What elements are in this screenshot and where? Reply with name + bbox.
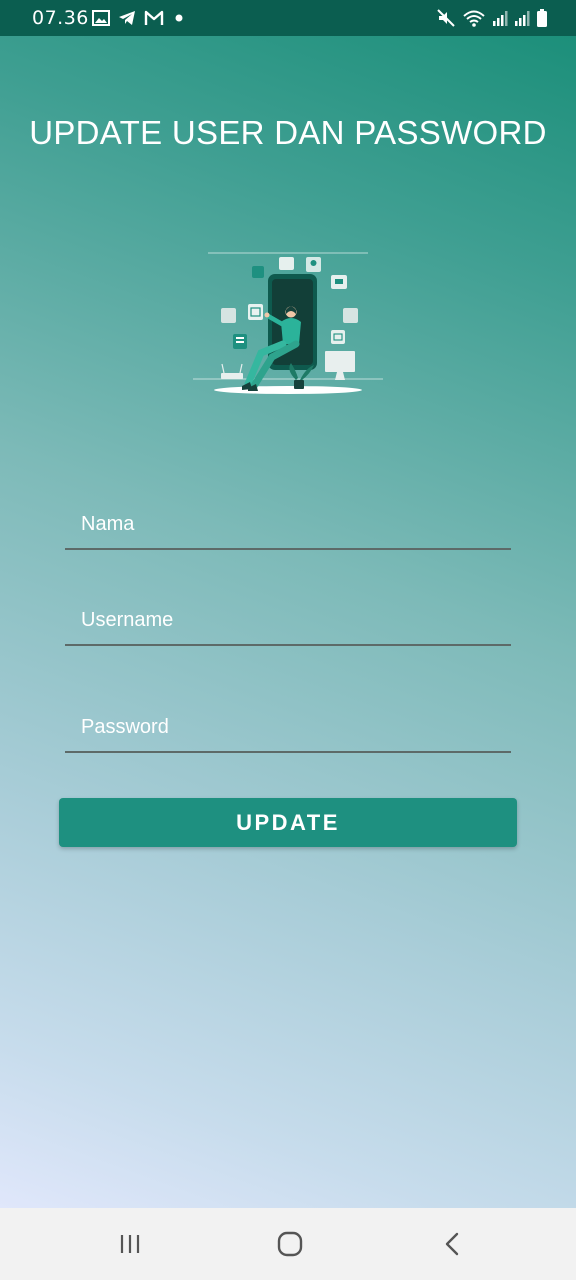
recents-button[interactable] [108, 1224, 152, 1264]
gmail-icon [144, 10, 164, 25]
update-button[interactable]: UPDATE [59, 798, 517, 847]
wifi-icon [463, 10, 485, 27]
username-input[interactable] [65, 596, 511, 644]
dot-icon [175, 14, 183, 22]
back-icon [445, 1232, 459, 1256]
back-button[interactable] [430, 1224, 474, 1264]
page-title: UPDATE USER DAN PASSWORD [29, 114, 547, 151]
telegram-icon [119, 11, 135, 25]
home-button[interactable] [268, 1224, 312, 1264]
battery-icon [537, 9, 547, 27]
status-system-icons [436, 7, 548, 29]
password-field[interactable] [65, 703, 511, 753]
username-field[interactable] [65, 596, 511, 646]
status-time: 07.36 [32, 7, 89, 29]
signal-icon [493, 11, 508, 26]
status-notification-icons [92, 8, 186, 28]
signal-icon [515, 11, 530, 26]
navigation-bar [0, 1208, 576, 1280]
update-user-screen: UPDATE USER DAN PASSWORD Nama Username U… [0, 36, 576, 1208]
mute-icon [437, 9, 455, 27]
recents-icon [120, 1235, 140, 1253]
image-icon [92, 10, 110, 26]
password-input[interactable] [65, 703, 511, 751]
nama-field[interactable] [65, 500, 511, 550]
phone-user-illustration [193, 252, 383, 394]
status-bar: 07.36 [0, 0, 576, 36]
home-icon [277, 1231, 303, 1257]
nama-input[interactable] [65, 500, 511, 548]
